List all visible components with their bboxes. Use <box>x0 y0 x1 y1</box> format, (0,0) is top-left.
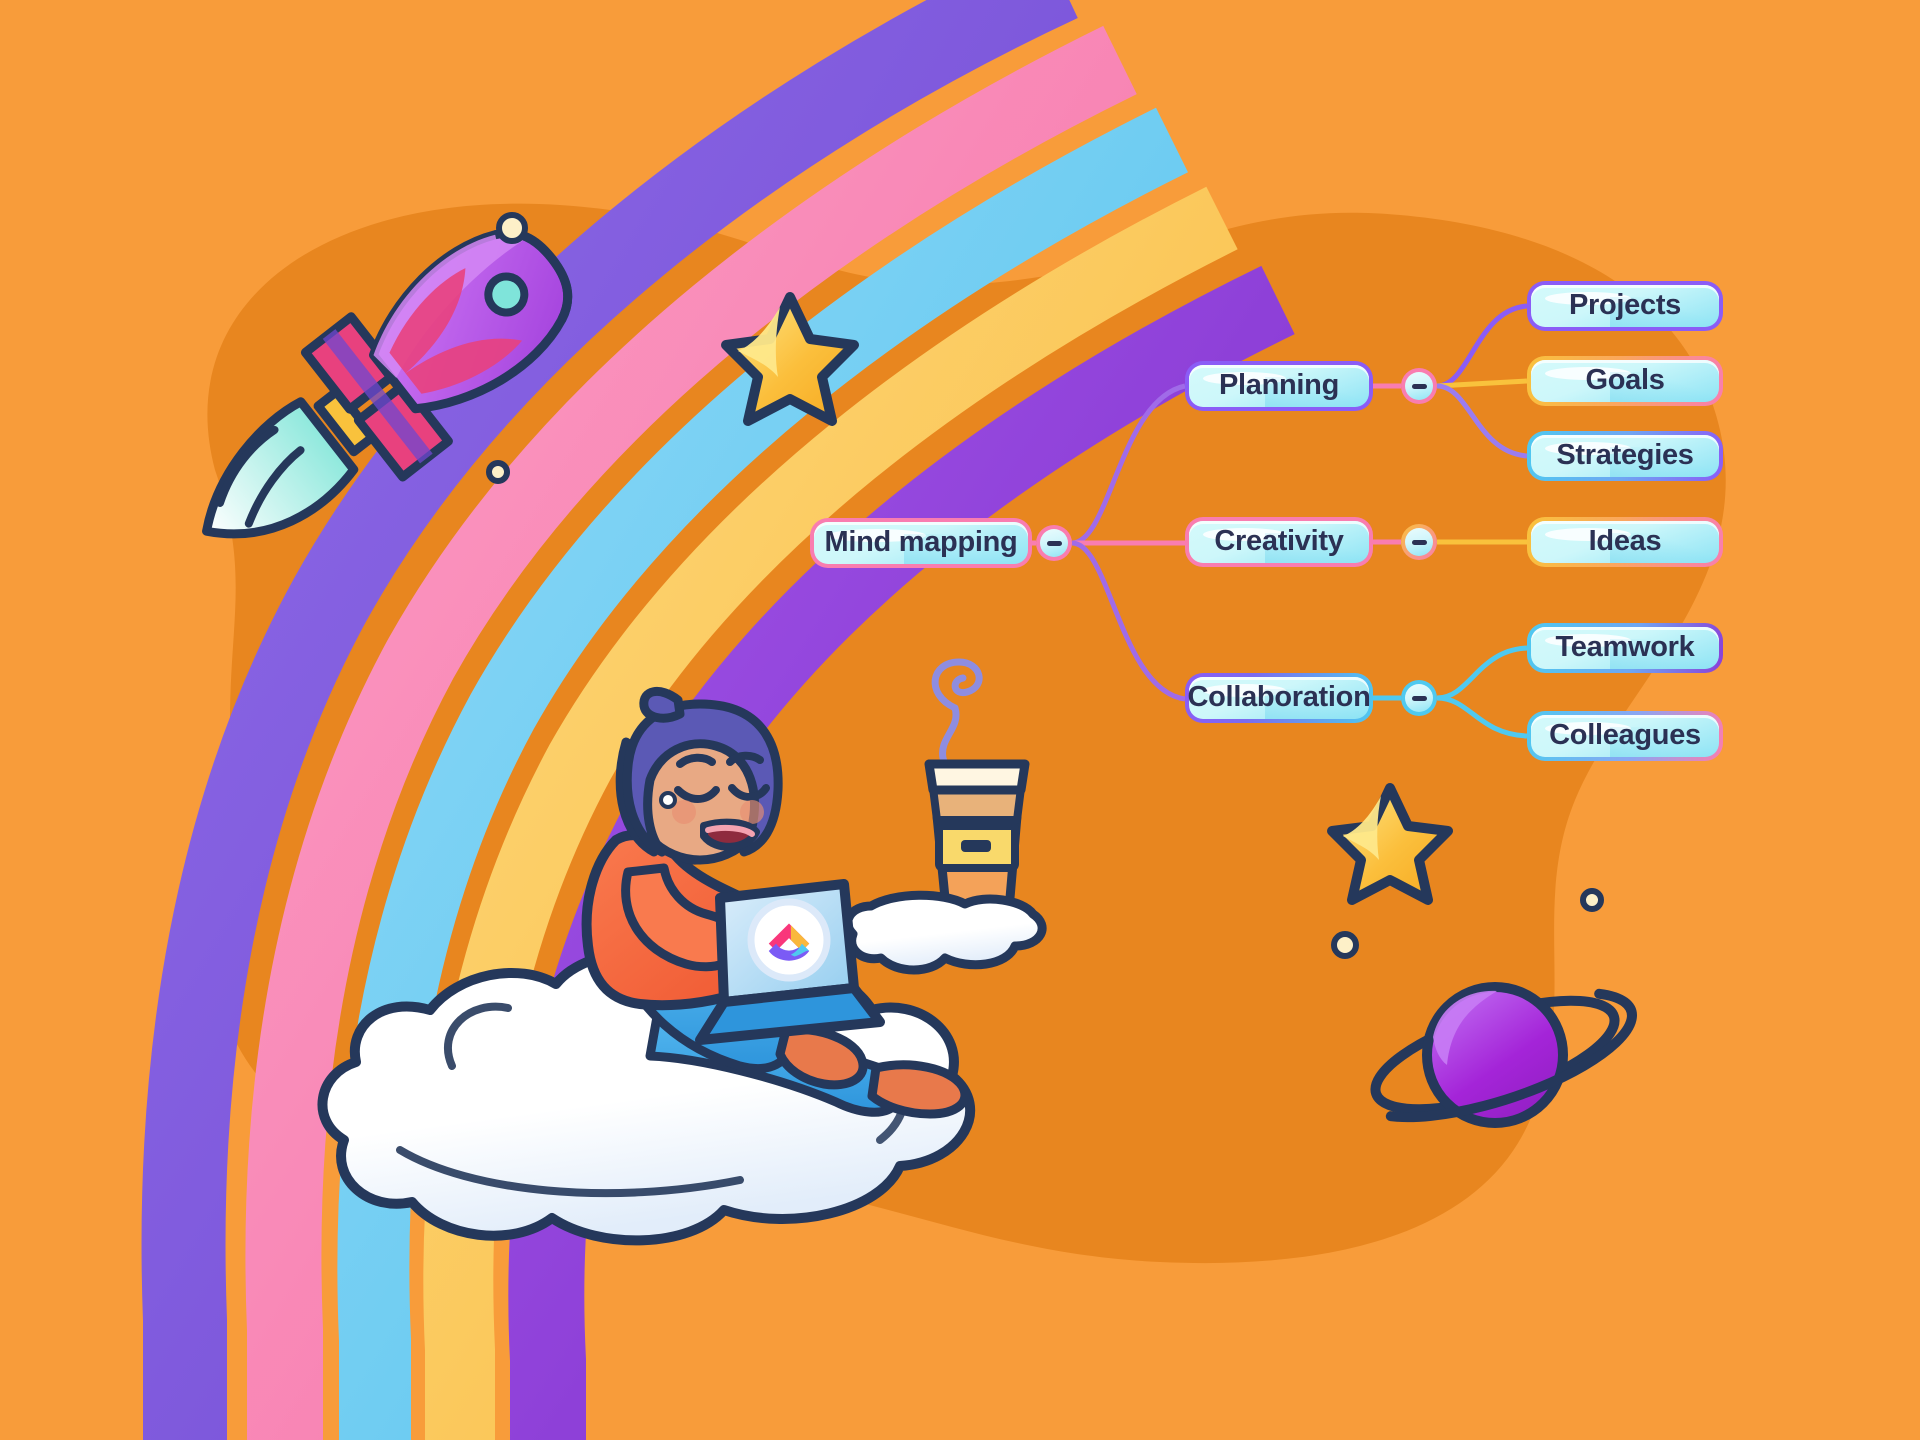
minus-icon <box>1411 695 1427 701</box>
mindmap-node-colleagues[interactable]: Colleagues <box>1527 711 1723 761</box>
toggle-inner <box>1405 684 1433 712</box>
toggle-inner <box>1040 529 1068 557</box>
collapse-toggle-planning[interactable] <box>1401 368 1437 404</box>
minus-icon <box>1411 539 1427 545</box>
node-label: Strategies <box>1556 438 1694 471</box>
mindmap-node-collaboration[interactable]: Collaboration <box>1185 673 1373 723</box>
collapse-toggle-collaboration[interactable] <box>1401 680 1437 716</box>
mindmap-node-creativity[interactable]: Creativity <box>1185 517 1373 567</box>
minus-icon <box>1411 383 1427 389</box>
illustration-canvas: Mind mapping Planning Creativity Collabo… <box>0 0 1920 1440</box>
collapse-toggle-creativity[interactable] <box>1401 524 1437 560</box>
node-label: Teamwork <box>1555 630 1695 663</box>
node-label: Creativity <box>1214 524 1344 557</box>
mindmap-node-projects[interactable]: Projects <box>1527 281 1723 331</box>
mindmap-node-strategies[interactable]: Strategies <box>1527 431 1723 481</box>
toggle-inner <box>1405 372 1433 400</box>
mindmap-node-teamwork[interactable]: Teamwork <box>1527 623 1723 673</box>
node-label: Colleagues <box>1549 718 1701 751</box>
mindmap-node-planning[interactable]: Planning <box>1185 361 1373 411</box>
node-label: Planning <box>1218 368 1340 401</box>
mindmap-node-ideas[interactable]: Ideas <box>1527 517 1723 567</box>
mindmap-node-goals[interactable]: Goals <box>1527 356 1723 406</box>
mindmap-node-mind-mapping[interactable]: Mind mapping <box>810 518 1032 568</box>
node-label: Mind mapping <box>824 525 1018 558</box>
node-label: Ideas <box>1588 524 1662 557</box>
collapse-toggle-mind-mapping[interactable] <box>1036 525 1072 561</box>
node-label: Goals <box>1585 363 1665 396</box>
node-label: Projects <box>1568 288 1682 321</box>
minus-icon <box>1046 540 1062 546</box>
node-label: Collaboration <box>1187 680 1371 713</box>
toggle-inner <box>1405 528 1433 556</box>
